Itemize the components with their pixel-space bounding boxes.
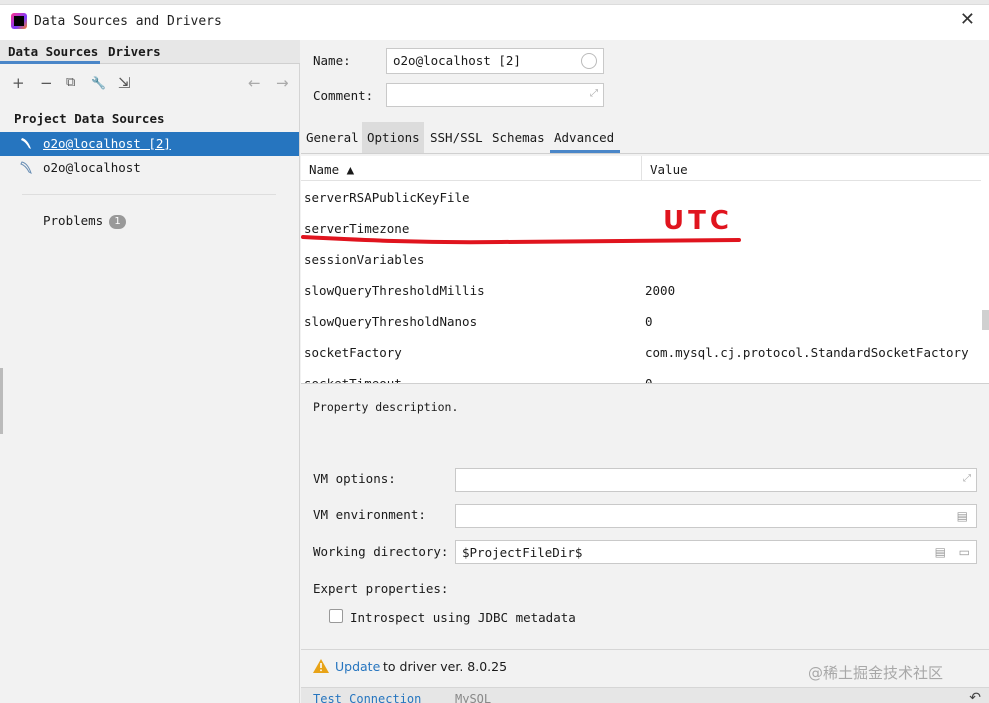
left-tab-bar: Data Sources Drivers: [0, 40, 300, 64]
property-name: socketFactory: [304, 345, 402, 360]
back-icon[interactable]: ←: [248, 74, 261, 92]
column-header-name[interactable]: Name ▲: [309, 162, 354, 177]
project-data-sources-heading: Project Data Sources: [14, 111, 165, 126]
tab-ssh-ssl[interactable]: SSH/SSL: [430, 130, 483, 145]
tab-drivers[interactable]: Drivers: [108, 44, 161, 59]
introspect-label[interactable]: Introspect using JDBC metadata: [350, 610, 576, 625]
property-name: serverTimezone: [304, 221, 410, 236]
active-tab-indicator: [0, 61, 100, 64]
settings-tabs: General Options SSH/SSL Schemas Advanced: [301, 122, 989, 154]
table-scrollbar[interactable]: [982, 310, 989, 330]
column-separator: [641, 156, 642, 181]
working-directory-value: $ProjectFileDir$: [462, 545, 583, 560]
data-source-label: o2o@localhost [2]: [43, 136, 171, 151]
table-row[interactable]: sessionVariables: [301, 244, 981, 275]
left-toolbar: + − ⧉ 🔧 ⇲ ← →: [0, 72, 300, 96]
test-connection-link[interactable]: Test Connection: [313, 692, 421, 703]
active-tab-indicator: [550, 150, 620, 153]
folder-icon[interactable]: ▭: [959, 545, 970, 559]
color-picker-icon[interactable]: [581, 53, 597, 69]
document-icon[interactable]: ▤: [957, 509, 968, 523]
property-name: socketTimeout: [304, 376, 402, 384]
background-window-strip: [0, 0, 989, 5]
divider: [301, 649, 989, 650]
table-header: Name ▲ Value: [301, 156, 981, 181]
watermark: @稀土掘金技术社区: [808, 664, 944, 682]
remove-icon[interactable]: −: [40, 74, 53, 92]
name-label: Name:: [313, 53, 351, 68]
property-name: sessionVariables: [304, 252, 425, 267]
property-value[interactable]: 0: [645, 376, 653, 383]
close-icon[interactable]: ✕: [960, 11, 975, 29]
working-directory-input[interactable]: $ProjectFileDir$ ▤ ▭: [455, 540, 977, 564]
expert-properties-label: Expert properties:: [313, 581, 449, 596]
title-bar: Data Sources and Drivers ✕: [0, 0, 989, 40]
vm-environment-label: VM environment:: [313, 507, 426, 522]
name-input[interactable]: o2o@localhost [2]: [386, 48, 604, 74]
data-source-item[interactable]: o2o@localhost: [0, 156, 299, 180]
document-icon[interactable]: ▤: [935, 545, 946, 559]
advanced-properties-table: Name ▲ Value serverRSAPublicKeyFile serv…: [301, 156, 989, 384]
update-driver-text: to driver ver. 8.0.25: [383, 659, 508, 674]
update-driver-link[interactable]: Update: [335, 659, 380, 674]
property-value[interactable]: com.mysql.cj.protocol.StandardSocketFact…: [645, 345, 969, 360]
import-icon[interactable]: ⇲: [118, 74, 131, 92]
divider: [22, 194, 276, 195]
left-panel: Data Sources Drivers + − ⧉ 🔧 ⇲ ← → Proje…: [0, 40, 300, 703]
add-icon[interactable]: +: [12, 74, 25, 92]
tab-schemas[interactable]: Schemas: [492, 130, 545, 145]
right-panel: Name: o2o@localhost [2] Comment: ⤢ Gener…: [301, 40, 989, 703]
warning-icon: [313, 659, 329, 673]
mysql-dolphin-icon: [20, 136, 32, 152]
footer-bar: Test Connection MySQL ↶: [301, 687, 989, 703]
data-sources-dialog: Data Sources and Drivers ✕ Data Sources …: [0, 0, 989, 703]
property-name: slowQueryThresholdNanos: [304, 314, 478, 329]
tab-options[interactable]: Options: [367, 130, 420, 145]
copy-icon[interactable]: ⧉: [66, 74, 75, 92]
mysql-dolphin-icon: [20, 160, 32, 176]
vm-options-label: VM options:: [313, 471, 396, 486]
property-name: serverRSAPublicKeyFile: [304, 190, 470, 205]
undo-icon[interactable]: ↶: [969, 690, 981, 703]
data-source-item-selected[interactable]: o2o@localhost [2]: [0, 132, 299, 156]
table-row[interactable]: slowQueryThresholdNanos 0: [301, 306, 981, 337]
comment-label: Comment:: [313, 88, 374, 103]
name-value: o2o@localhost [2]: [393, 53, 521, 68]
property-description: Property description.: [313, 400, 459, 414]
table-row[interactable]: socketFactory com.mysql.cj.protocol.Stan…: [301, 337, 981, 368]
table-row[interactable]: serverRSAPublicKeyFile: [301, 182, 981, 213]
comment-input[interactable]: ⤢: [386, 83, 604, 107]
working-directory-label: Working directory:: [313, 544, 449, 559]
problems-count-badge: 1: [109, 215, 126, 229]
property-name: slowQueryThresholdMillis: [304, 283, 485, 298]
tab-advanced[interactable]: Advanced: [554, 130, 614, 145]
problems-label[interactable]: Problems: [43, 213, 103, 228]
tab-data-sources[interactable]: Data Sources: [8, 44, 98, 59]
property-value[interactable]: 0: [645, 314, 653, 329]
vm-environment-input[interactable]: ▤: [455, 504, 977, 528]
property-value[interactable]: 2000: [645, 283, 675, 298]
expand-icon[interactable]: ⤢: [590, 88, 598, 99]
column-header-value[interactable]: Value: [650, 162, 688, 177]
table-row[interactable]: serverTimezone: [301, 213, 981, 244]
forward-icon[interactable]: →: [276, 74, 289, 92]
window-title: Data Sources and Drivers: [34, 14, 222, 29]
vm-options-input[interactable]: ⤢: [455, 468, 977, 492]
table-row[interactable]: slowQueryThresholdMillis 2000: [301, 275, 981, 306]
wrench-icon[interactable]: 🔧: [91, 74, 106, 92]
tab-general[interactable]: General: [306, 130, 359, 145]
expand-icon[interactable]: ⤢: [963, 473, 971, 484]
driver-label: MySQL: [455, 692, 492, 703]
window-edge: [0, 368, 3, 434]
data-source-label: o2o@localhost: [43, 160, 141, 175]
table-row[interactable]: socketTimeout 0: [301, 368, 981, 384]
intellij-logo-icon: [11, 13, 27, 29]
introspect-checkbox[interactable]: [329, 609, 343, 623]
